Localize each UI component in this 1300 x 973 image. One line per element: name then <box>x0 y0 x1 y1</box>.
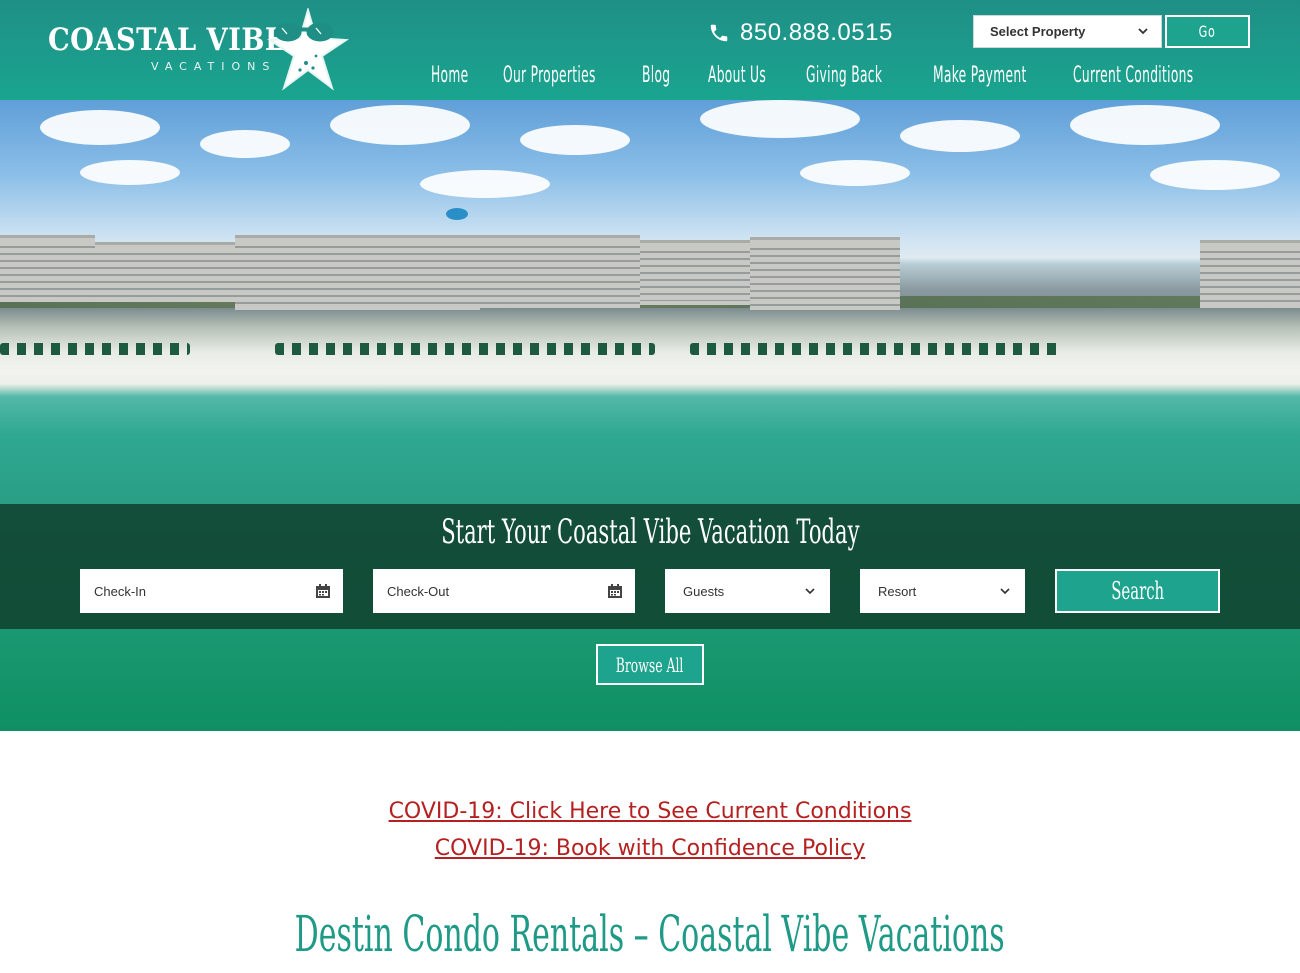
property-select[interactable]: Select Property <box>973 15 1162 48</box>
cloud <box>40 110 160 145</box>
main-nav: Home Our Properties Blog About Us Giving… <box>0 56 1300 96</box>
browse-all-label: Browse All <box>616 652 684 677</box>
covid-link-row: COVID-19: Book with Confidence Policy <box>0 836 1300 861</box>
search-title: Start Your Coastal Vibe Vacation Today <box>440 512 860 552</box>
covid-book-confidence-link[interactable]: COVID-19: Book with Confidence Policy <box>435 836 866 861</box>
condo-building <box>0 235 95 302</box>
condo-building <box>750 237 900 310</box>
nav-item-label: Our Properties <box>503 62 596 88</box>
beach-umbrellas <box>275 343 655 355</box>
condo-building <box>480 235 640 308</box>
calendar-icon <box>316 584 330 598</box>
go-button-label: Go <box>1199 22 1216 41</box>
site-header: COASTAL VIBE VACATIONS 850.888.0515 Sele… <box>0 0 1300 100</box>
nav-item-current-conditions[interactable]: Current Conditions <box>1073 56 1267 94</box>
nav-item-home[interactable]: Home <box>431 56 491 94</box>
nav-item-label: Giving Back <box>806 62 883 88</box>
condo-building <box>235 235 480 310</box>
nav-item-label: Blog <box>642 62 671 88</box>
nav-item-make-payment[interactable]: Make Payment <box>933 56 1084 94</box>
condo-building <box>95 242 235 302</box>
guests-select[interactable]: Guests <box>665 569 830 613</box>
cloud <box>1070 105 1220 145</box>
search-button-label: Search <box>1111 577 1164 605</box>
nav-item-about-us[interactable]: About Us <box>708 56 802 94</box>
hero-banner: Start Your Coastal Vibe Vacation Today C… <box>0 100 1300 731</box>
beach-umbrellas <box>690 343 1060 355</box>
nav-item-label: Current Conditions <box>1073 62 1194 88</box>
nav-item-label: Home <box>431 62 469 88</box>
chevron-down-icon <box>1000 588 1010 595</box>
page-title: Destin Condo Rentals – Coastal Vibe Vaca… <box>294 905 1006 963</box>
chevron-down-icon <box>805 588 815 595</box>
resort-select[interactable]: Resort <box>860 569 1025 613</box>
go-button[interactable]: Go <box>1165 15 1250 48</box>
check-out-placeholder: Check-Out <box>387 583 450 599</box>
nav-item-label: Make Payment <box>933 62 1027 88</box>
browse-all-button[interactable]: Browse All <box>596 644 704 685</box>
nav-item-label: About Us <box>708 62 767 88</box>
cloud <box>900 120 1020 152</box>
cloud <box>330 105 470 145</box>
condo-building <box>1200 240 1300 308</box>
cloud <box>520 125 630 155</box>
phone-icon <box>710 24 728 42</box>
cloud <box>80 160 180 185</box>
covid-link-row: COVID-19: Click Here to See Current Cond… <box>0 799 1300 824</box>
condo-building <box>640 240 750 305</box>
logo-text: COASTAL VIBE <box>48 22 287 58</box>
nav-item-blog[interactable]: Blog <box>642 56 688 94</box>
chevron-down-icon <box>1138 28 1148 35</box>
check-in-field[interactable]: Check-In <box>80 569 343 613</box>
resort-select-value: Resort <box>878 583 917 599</box>
check-out-field[interactable]: Check-Out <box>373 569 635 613</box>
guests-select-value: Guests <box>683 583 725 599</box>
beach-umbrellas <box>0 343 190 355</box>
calendar-icon <box>608 584 622 598</box>
water-tower <box>446 208 468 220</box>
cloud <box>800 160 910 186</box>
nav-item-giving-back[interactable]: Giving Back <box>806 56 929 94</box>
search-button[interactable]: Search <box>1055 569 1220 613</box>
cloud <box>1150 160 1280 190</box>
search-panel: Start Your Coastal Vibe Vacation Today C… <box>0 504 1300 629</box>
check-in-placeholder: Check-In <box>94 583 147 599</box>
phone-number: 850.888.0515 <box>740 19 893 46</box>
covid-current-conditions-link[interactable]: COVID-19: Click Here to See Current Cond… <box>389 799 912 824</box>
phone-link[interactable]: 850.888.0515 <box>708 18 893 48</box>
cloud <box>420 170 550 198</box>
property-select-value: Select Property <box>990 24 1086 39</box>
cloud <box>700 100 860 138</box>
cloud <box>200 130 290 158</box>
nav-item-our-properties[interactable]: Our Properties <box>503 56 652 94</box>
